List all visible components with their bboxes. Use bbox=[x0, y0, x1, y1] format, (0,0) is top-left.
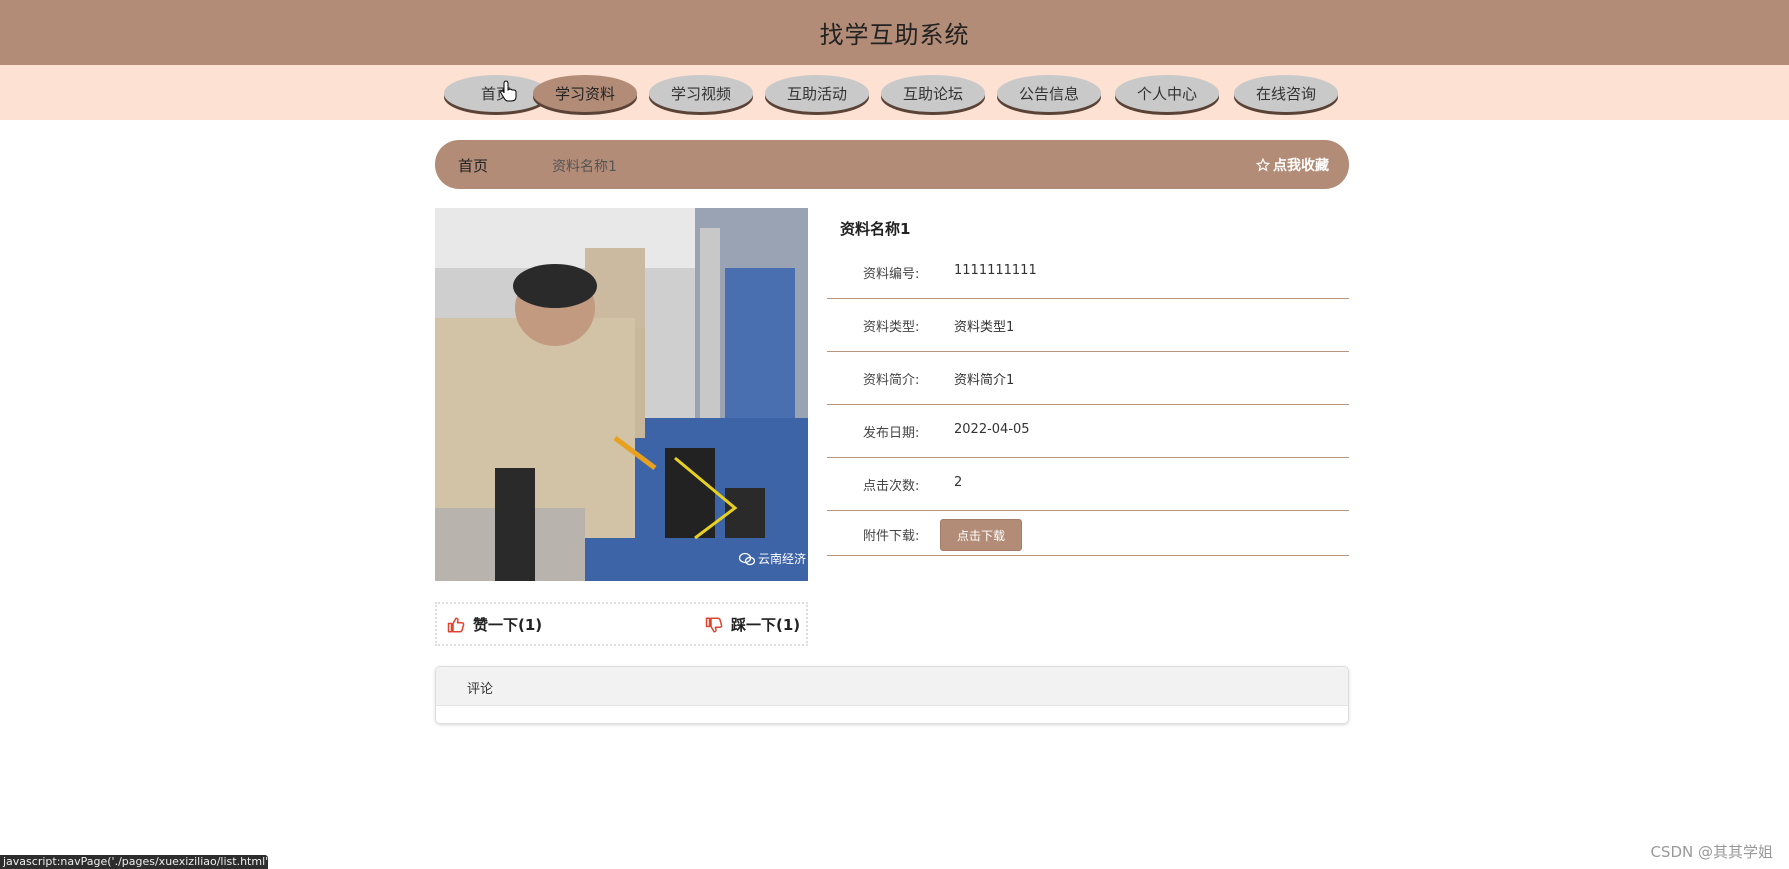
like-button[interactable]: 赞一下(1) bbox=[447, 614, 542, 635]
info-row: 资料简介: 资料简介1 bbox=[827, 351, 1349, 405]
nav-item-personal-center[interactable]: 个人中心 bbox=[1115, 75, 1219, 112]
breadcrumb-home-link[interactable]: 首页 bbox=[458, 155, 488, 176]
wechat-icon bbox=[738, 552, 755, 565]
breadcrumb: 首页 资料名称1 点我收藏 bbox=[435, 140, 1349, 189]
star-icon bbox=[1256, 158, 1270, 172]
info-row: 资料编号: 1111111111 bbox=[827, 245, 1349, 299]
site-header: 找学互助系统 bbox=[0, 0, 1789, 65]
material-title: 资料名称1 bbox=[840, 220, 911, 238]
thumbs-up-icon bbox=[447, 617, 465, 632]
nav-item-study-materials[interactable]: 学习资料 bbox=[533, 75, 637, 112]
photo-watermark: 云南经济 bbox=[738, 550, 806, 567]
dislike-button[interactable]: 踩一下(1) bbox=[705, 614, 800, 635]
like-label: 赞一下(1) bbox=[473, 616, 543, 634]
info-row: 点击次数: 2 bbox=[827, 457, 1349, 511]
nav-item-study-videos[interactable]: 学习视频 bbox=[649, 75, 753, 112]
hand-cursor-icon bbox=[500, 80, 517, 102]
nav-item-mutual-activities[interactable]: 互助活动 bbox=[765, 75, 869, 112]
nav-item-mutual-forum[interactable]: 互助论坛 bbox=[881, 75, 985, 112]
download-button[interactable]: 点击下载 bbox=[940, 519, 1022, 551]
nav-item-announcements[interactable]: 公告信息 bbox=[997, 75, 1101, 112]
main-nav: 首页 学习资料 学习视频 互助活动 互助论坛 公告信息 个人中心 在线咨询 bbox=[0, 65, 1789, 120]
thumbs-down-icon bbox=[705, 617, 723, 632]
breadcrumb-current: 资料名称1 bbox=[552, 159, 617, 175]
comment-header: 评论 bbox=[436, 667, 1348, 706]
comment-panel: 评论 bbox=[435, 666, 1349, 724]
info-row: 发布日期: 2022-04-05 bbox=[827, 404, 1349, 458]
site-title: 找学互助系统 bbox=[819, 21, 970, 49]
info-row: 资料类型: 资料类型1 bbox=[827, 298, 1349, 352]
comment-title: 评论 bbox=[467, 682, 494, 697]
info-row-download: 附件下载: 点击下载 bbox=[827, 510, 1349, 556]
watermark-credit: CSDN @其其学姐 bbox=[1650, 843, 1773, 861]
browser-status-bar: javascript:navPage('./pages/xuexiziliao/… bbox=[0, 855, 268, 869]
nav-item-online-consult[interactable]: 在线咨询 bbox=[1234, 75, 1338, 112]
material-cover-image: 云南经济 bbox=[435, 208, 808, 581]
dislike-label: 踩一下(1) bbox=[731, 616, 801, 634]
favorite-button[interactable]: 点我收藏 bbox=[1256, 155, 1329, 175]
workshop-photo bbox=[435, 208, 808, 581]
vote-bar: 赞一下(1) 踩一下(1) bbox=[435, 602, 808, 646]
favorite-label: 点我收藏 bbox=[1273, 158, 1329, 174]
